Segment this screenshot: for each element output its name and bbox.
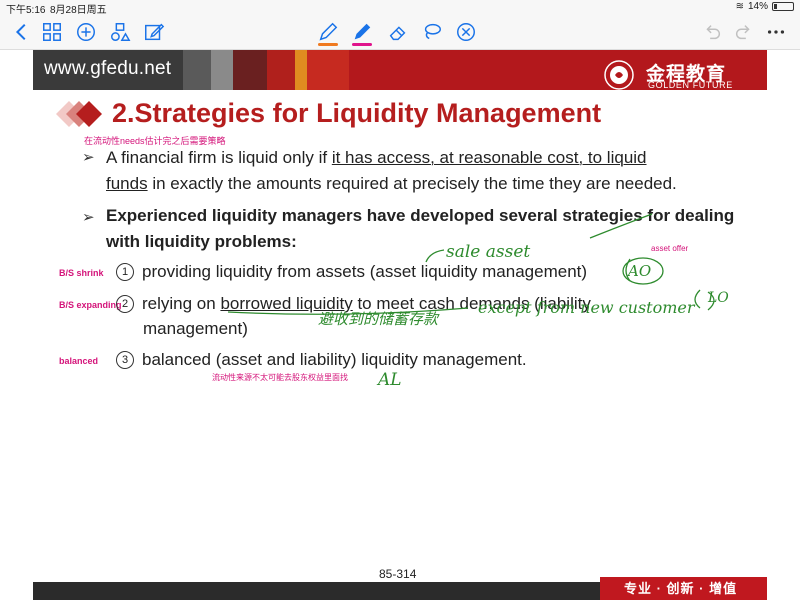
- shapes-icon[interactable]: [108, 20, 132, 44]
- page-number: 85-314: [379, 567, 417, 581]
- item-1: 1 providing liquidity from assets (asset …: [116, 259, 587, 285]
- website-url: www.gfedu.net: [44, 58, 172, 79]
- title-diamonds-icon: [56, 101, 102, 127]
- back-icon[interactable]: [10, 20, 34, 44]
- highlighter-tool-icon[interactable]: [350, 20, 374, 46]
- edit-icon[interactable]: [142, 20, 166, 44]
- redo-icon[interactable]: [732, 20, 756, 44]
- eraser-icon[interactable]: [386, 20, 410, 44]
- undo-icon[interactable]: [700, 20, 724, 44]
- handwriting-al: AL: [378, 370, 402, 390]
- battery-icon: [772, 2, 794, 11]
- underlined-phrase-2: funds: [106, 174, 148, 193]
- battery-percent: 14%: [747, 1, 768, 12]
- grid-view-icon[interactable]: [40, 20, 64, 44]
- side-label-expanding: B/S expanding: [59, 300, 122, 310]
- circled-number-2: 2: [116, 295, 134, 313]
- handwriting-except: except from new customer: [478, 298, 695, 317]
- side-label-balanced: balanced: [59, 356, 99, 366]
- close-circle-icon[interactable]: [454, 20, 478, 44]
- bullet-2-text: Experienced liquidity managers have deve…: [106, 206, 735, 251]
- lasso-icon[interactable]: [420, 20, 444, 44]
- add-page-icon[interactable]: [74, 20, 98, 44]
- circled-number-3: 3: [116, 351, 134, 369]
- pen-color-pink: [352, 43, 372, 46]
- handwriting-lo: LO: [708, 290, 729, 306]
- wifi-icon: ≋: [735, 1, 744, 12]
- underlined-phrase-1: it has access, at reasonable cost, to li…: [331, 148, 647, 167]
- golden-future-logo: [604, 60, 634, 90]
- pen-tool-icon[interactable]: [316, 20, 340, 46]
- more-icon[interactable]: [764, 20, 788, 44]
- handwriting-ao: AO: [628, 262, 652, 280]
- circled-number-1: 1: [116, 263, 134, 281]
- pink-note-asset-offer: asset offer: [651, 244, 689, 253]
- footer-motto: 专业 · 创新 · 增值: [624, 581, 738, 596]
- item-3: 3 balanced (asset and liability) liquidit…: [116, 347, 527, 373]
- side-label-shrink: B/S shrink: [59, 268, 104, 278]
- logo-english-name: GOLDEN FUTURE: [648, 80, 733, 90]
- handwriting-sale-asset: sale asset: [446, 242, 531, 262]
- annotation-toolbar: [0, 14, 800, 50]
- pen-color-orange: [318, 43, 338, 46]
- bullet-1-text: A financial firm is liquid only if it ha…: [106, 148, 677, 193]
- status-right: ≋ 14%: [736, 1, 794, 12]
- bullet-arrow-icon: ➢: [82, 149, 95, 166]
- item-2-line2: management): [143, 319, 248, 338]
- bullet-arrow-icon: ➢: [82, 209, 95, 226]
- status-bar: 下午5:16 8月28日周五 ≋ 14%: [0, 0, 800, 16]
- slide-title: 2.Strategies for Liquidity Management: [112, 98, 602, 128]
- handwriting-cn-scrawl: 避收到的储蓄存款: [318, 310, 439, 328]
- pink-note-bottom: 流动性来源不太可能去股东权益里面找: [212, 373, 348, 382]
